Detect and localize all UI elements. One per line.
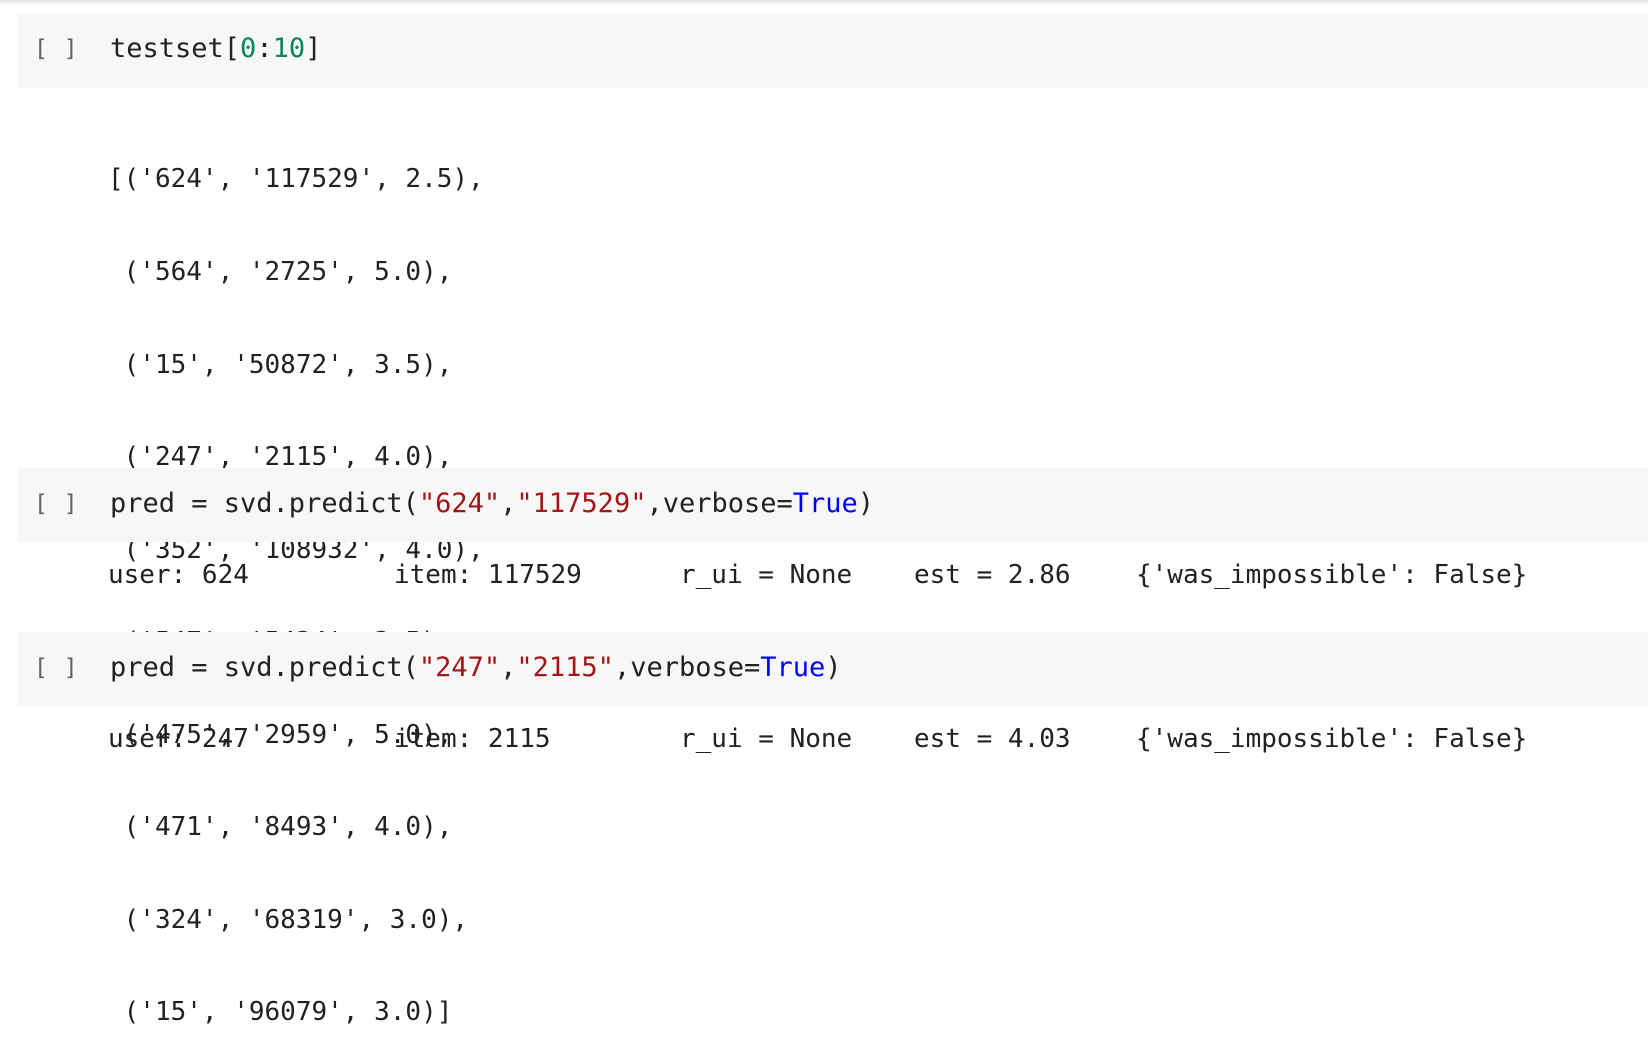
run-cell-button[interactable]: [ ] [34, 491, 79, 517]
code-editor[interactable]: pred = svd.predict("624","117529",verbos… [110, 488, 874, 519]
code-token: , [500, 488, 517, 519]
code-string: "2115" [516, 652, 614, 683]
prediction-item: item: 2115 [394, 724, 551, 754]
code-token: pred = svd.predict( [110, 652, 419, 683]
output-line: ('15', '50872', 3.5), [108, 349, 453, 380]
code-token: testset[ [110, 33, 241, 64]
output-line: ('564', '2725', 5.0), [108, 257, 453, 287]
run-cell-button[interactable]: [ ] [34, 36, 79, 62]
prediction-estimate: est = 4.03 [914, 724, 1071, 754]
code-keyword: True [760, 652, 826, 683]
code-token: ) [825, 652, 842, 683]
code-string: "624" [418, 488, 501, 519]
output-line: [('624', '117529', 2.5), [108, 164, 484, 194]
prediction-rui: r_ui = None [680, 724, 853, 754]
code-string: "247" [418, 652, 501, 683]
prediction-item: item: 117529 [394, 560, 582, 590]
notebook-top-shadow [0, 0, 1648, 6]
output-line: ('15', '96079', 3.0)] [108, 997, 453, 1027]
code-editor[interactable]: testset[0:10] [110, 33, 321, 64]
code-token: ] [305, 33, 322, 64]
code-string: "117529" [516, 488, 647, 519]
run-cell-button[interactable]: [ ] [34, 655, 79, 681]
cell-output-predict-624: user: 624 item: 117529 r_ui = None est =… [108, 558, 1527, 618]
prediction-user: user: 624 [108, 560, 249, 590]
prediction-user: user: 247 [108, 724, 249, 754]
prediction-details: {'was_impossible': False} [1136, 724, 1528, 754]
prediction-rui: r_ui = None [680, 560, 853, 590]
prediction-estimate: est = 2.86 [914, 560, 1071, 590]
prediction-details: {'was_impossible': False} [1136, 560, 1528, 590]
code-number: 0 [240, 33, 257, 64]
code-token: pred = svd.predict( [110, 488, 419, 519]
code-token: ) [857, 488, 875, 519]
code-editor[interactable]: pred = svd.predict("247","2115",verbose=… [110, 652, 842, 683]
code-token: ,verbose= [646, 488, 793, 519]
prediction-output: user: 247 item: 2115 r_ui = None est = 4… [108, 722, 1648, 756]
code-token: ,verbose= [613, 652, 761, 683]
cell-output-predict-247: user: 247 item: 2115 r_ui = None est = 4… [108, 722, 1527, 782]
code-token: : [256, 33, 273, 64]
prediction-output: user: 624 item: 117529 r_ui = None est =… [108, 558, 1648, 592]
code-number: 10 [272, 33, 306, 64]
code-token: , [500, 652, 517, 683]
code-keyword: True [792, 488, 858, 519]
